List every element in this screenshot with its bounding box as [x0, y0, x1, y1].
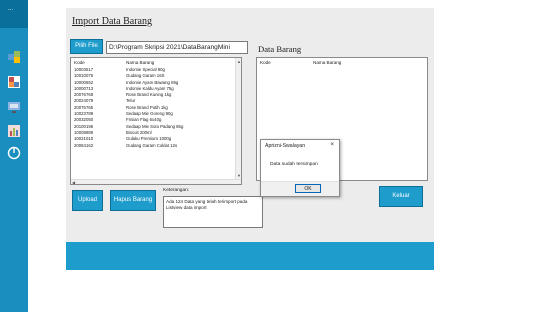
sidebar: ... [0, 0, 28, 312]
column-header-nama-right[interactable]: Nama Barang [313, 60, 341, 65]
page-title: Import Data Barang [72, 16, 152, 27]
cell-kode: 20084162 [74, 142, 94, 148]
chart-icon[interactable] [7, 124, 21, 138]
scroll-up-icon[interactable]: ▲ [237, 59, 241, 64]
scroll-down-icon[interactable]: ▼ [237, 173, 241, 178]
data-barang-title: Data Barang [258, 44, 302, 54]
keterangan-textbox[interactable]: Ada 124 Data yang telah terimport pada L… [163, 196, 263, 228]
import-list-body: 10003517 Indomie Special 80g 10010076 Gudan… [71, 67, 241, 149]
ok-button[interactable]: OK [295, 184, 321, 193]
dialog-message: Data sudah tersimpan [270, 162, 318, 167]
monitor-icon[interactable] [7, 100, 21, 114]
pilih-file-button[interactable]: Pilih File [70, 39, 103, 54]
sidebar-top[interactable]: ... [0, 0, 28, 28]
file-path-field[interactable]: D:\Program Skripsi 2021\DataBarangMini [106, 41, 248, 54]
import-form: Import Data Barang Pilih File D:\Program… [66, 8, 434, 242]
puzzle-icon[interactable] [7, 50, 21, 64]
sidebar-top-label: ... [8, 6, 14, 12]
import-list-header: Kode Nama Barang [71, 58, 241, 67]
data-barang-list-header: Kode Nama Barang [257, 58, 427, 67]
import-panel: Import Data Barang Pilih File D:\Program… [66, 8, 434, 270]
vertical-scrollbar[interactable]: ▲ ▼ [235, 58, 241, 184]
keterangan-label: Keterangan: [163, 188, 190, 193]
close-icon[interactable]: × [330, 142, 334, 148]
column-header-kode-right[interactable]: Kode [260, 60, 271, 65]
hapus-barang-button[interactable]: Hapus Barang [110, 190, 156, 211]
keluar-button[interactable]: Keluar [379, 186, 423, 207]
table-row[interactable]: 20084162 Gudang Garam Coklat 12s [71, 143, 241, 149]
main-area: Import Data Barang Pilih File D:\Program… [28, 0, 534, 312]
power-icon[interactable] [7, 146, 21, 160]
cell-nama-barang: Gudang Garam Coklat 12s [126, 142, 178, 148]
database-icon[interactable] [7, 75, 21, 89]
message-dialog: Aprizni-Swalayan × Data sudah tersimpan … [260, 139, 340, 197]
horizontal-scrollbar[interactable]: ◀ [71, 179, 241, 184]
dialog-title: Aprizni-Swalayan [265, 143, 306, 149]
column-header-kode[interactable]: Kode [74, 60, 85, 65]
import-list[interactable]: Kode Nama Barang 10003517 Indomie Special… [70, 57, 242, 185]
scroll-left-icon[interactable]: ◀ [72, 180, 75, 184]
upload-button[interactable]: Upload [72, 190, 103, 211]
column-header-nama[interactable]: Nama Barang [126, 60, 154, 65]
